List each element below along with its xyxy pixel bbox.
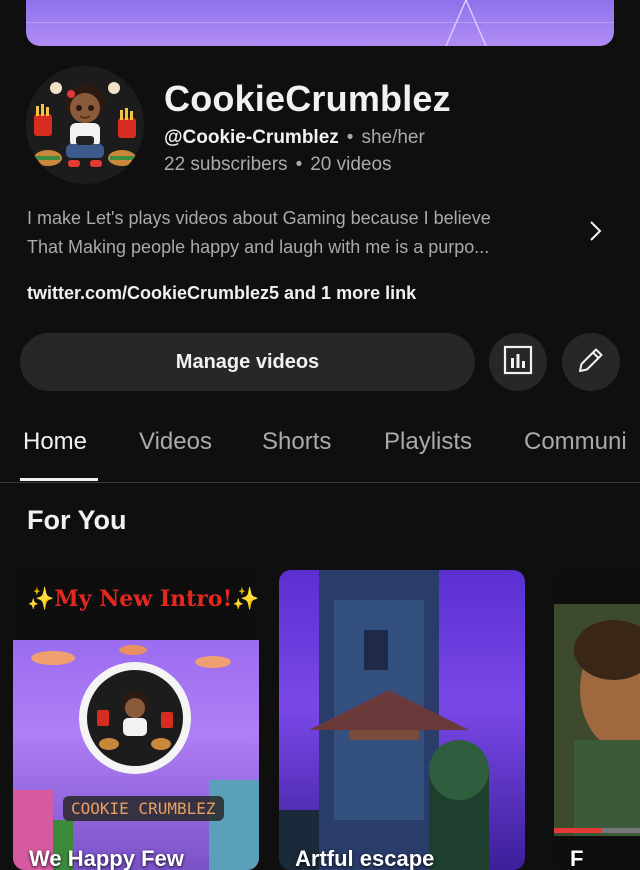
analytics-button[interactable] [489,333,547,391]
video-card[interactable]: F [554,570,640,870]
video-title: We Happy Few [29,846,184,870]
channel-banner [26,0,614,46]
channel-pronouns: she/her [361,127,425,148]
chevron-right-icon[interactable] [583,219,607,243]
video-title: F [570,846,584,870]
channel-tabs: Home Videos Shorts Playlists Communi [0,418,640,483]
intro-overlay-text: ✨My New Intro!✨ [27,586,259,612]
separator-dot: • [295,154,303,175]
active-tab-indicator [20,478,98,481]
pencil-icon [576,345,606,380]
channel-meta-handle: @Cookie-Crumblez • she/her [164,127,425,149]
tab-home[interactable]: Home [23,428,87,456]
description-line: That Making people happy and laugh with … [27,237,490,257]
channel-meta-stats: 22 subscribers • 20 videos [164,154,392,176]
subscriber-count: 22 subscribers [164,154,288,175]
channel-badge-overlay: COOKIE CRUMBLEZ [63,796,224,821]
channel-avatar[interactable] [26,66,144,184]
manage-videos-button[interactable]: Manage videos [20,333,475,391]
separator-dot: • [346,127,354,148]
edit-channel-button[interactable] [562,333,620,391]
channel-links[interactable]: twitter.com/CookieCrumblez5 and 1 more l… [27,283,416,304]
description-line: I make Let's plays videos about Gaming b… [27,208,491,228]
video-count: 20 videos [310,154,392,175]
section-title: For You [27,505,127,535]
video-card[interactable]: ✨My New Intro!✨ COOKIE CRUMBLEZ We Happy… [13,570,259,870]
channel-handle[interactable]: @Cookie-Crumblez [164,127,339,148]
tab-videos[interactable]: Videos [139,428,212,456]
channel-name: CookieCrumblez [164,78,451,119]
channel-description[interactable]: I make Let's plays videos about Gaming b… [27,204,575,262]
tab-shorts[interactable]: Shorts [262,428,331,456]
analytics-icon [503,345,533,380]
video-title: Artful escape [295,846,435,870]
tab-playlists[interactable]: Playlists [384,428,472,456]
video-card[interactable]: Artful escape [279,570,525,870]
tab-community[interactable]: Communi [524,428,627,456]
